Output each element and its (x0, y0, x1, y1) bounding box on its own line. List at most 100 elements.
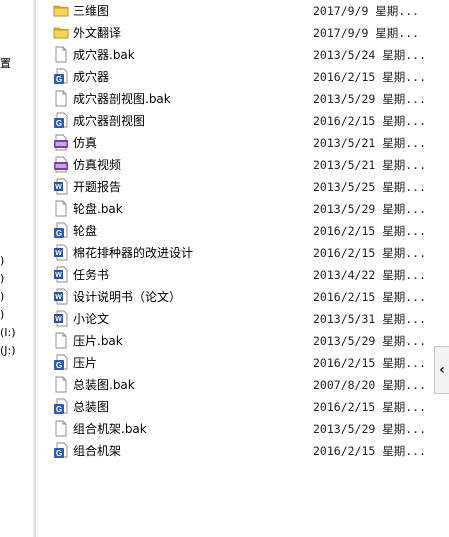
file-name: 开题报告 (73, 180, 122, 194)
nav-item-drive-i[interactable]: (I:) (0, 325, 16, 341)
folder-icon (53, 24, 69, 41)
word-doc-icon: W (53, 244, 69, 261)
file-row[interactable]: W 小论文 2013/5/31 星期... (40, 308, 426, 330)
solidworks-file-icon: G (53, 354, 69, 371)
file-date-modified: 2013/5/29 星期... (313, 334, 427, 348)
nav-item-drive[interactable]: ) (0, 307, 4, 323)
file-date-modified: 2013/5/29 星期... (313, 422, 427, 436)
file-date-modified: 2016/2/15 星期... (313, 246, 427, 260)
file-row[interactable]: G 组合机架 2016/2/15 星期... (40, 440, 426, 462)
word-doc-icon: W (53, 288, 69, 305)
svg-text:W: W (55, 316, 62, 323)
file-date-modified: 2016/2/15 星期... (313, 114, 427, 128)
nav-item-drive[interactable]: ) (0, 289, 4, 305)
blank-file-icon (53, 332, 69, 349)
expand-pane-button[interactable]: ‹ (434, 346, 449, 394)
file-row[interactable]: G 轮盘 2016/2/15 星期... (40, 220, 426, 242)
file-row[interactable]: W 开题报告 2013/5/25 星期... (40, 176, 426, 198)
file-name: 仿真 (73, 136, 98, 150)
blank-file-icon (53, 200, 69, 217)
nav-item-settings[interactable]: 置 (0, 56, 11, 72)
file-name: 小论文 (73, 312, 110, 326)
nav-item-drive[interactable]: ) (0, 253, 4, 269)
file-name: 成穴器 (73, 70, 110, 84)
chevron-left-icon: ‹ (439, 362, 445, 378)
file-date-modified: 2013/5/29 星期... (313, 92, 427, 106)
file-row[interactable]: W 任务书 2013/4/22 星期... (40, 264, 426, 286)
file-name: 轮盘.bak (73, 202, 123, 216)
solidworks-file-icon: G (53, 398, 69, 415)
word-doc-icon: W (53, 178, 69, 195)
folder-icon (53, 2, 69, 19)
file-date-modified: 2013/5/29 星期... (313, 202, 427, 216)
file-name: 轮盘 (73, 224, 98, 238)
file-date-modified: 2013/4/22 星期... (313, 268, 427, 282)
solidworks-file-icon: G (53, 442, 69, 459)
svg-text:G: G (56, 229, 62, 238)
solidworks-file-icon: G (53, 222, 69, 239)
file-name: 压片.bak (73, 334, 123, 348)
video-file-icon (53, 134, 69, 151)
file-date-modified: 2013/5/21 星期... (313, 136, 427, 150)
word-doc-icon: W (53, 266, 69, 283)
file-row[interactable]: 成穴器.bak 2013/5/24 星期... (40, 44, 426, 66)
svg-text:W: W (55, 250, 62, 257)
file-date-modified: 2016/2/15 星期... (313, 356, 427, 370)
svg-text:G: G (56, 75, 62, 84)
file-name: 成穴器剖视图.bak (73, 92, 171, 106)
nav-item-drive[interactable]: ) (0, 271, 4, 287)
file-date-modified: 2007/8/20 星期... (313, 378, 427, 392)
blank-file-icon (53, 46, 69, 63)
file-row[interactable]: 总装图.bak 2007/8/20 星期... (40, 374, 426, 396)
file-name: 棉花排种器的改进设计 (73, 246, 194, 260)
svg-text:G: G (56, 405, 62, 414)
blank-file-icon (53, 376, 69, 393)
file-name: 成穴器.bak (73, 48, 135, 62)
file-row[interactable]: G 总装图 2016/2/15 星期... (40, 396, 426, 418)
file-list: 三维图 2017/9/9 星期... 外文翻译 2017/9/9 星期... 成穴器.b… (40, 0, 440, 537)
file-row[interactable]: 组合机架.bak 2013/5/29 星期... (40, 418, 426, 440)
file-row[interactable]: G 成穴器 2016/2/15 星期... (40, 66, 426, 88)
file-row[interactable]: 三维图 2017/9/9 星期... (40, 0, 420, 22)
solidworks-file-icon: G (53, 112, 69, 129)
word-doc-icon: W (53, 310, 69, 327)
svg-text:W: W (55, 294, 62, 301)
file-date-modified: 2013/5/21 星期... (313, 158, 427, 172)
file-name: 总装图 (73, 400, 110, 414)
file-date-modified: 2017/9/9 星期... (313, 26, 420, 40)
file-date-modified: 2016/2/15 星期... (313, 290, 427, 304)
file-row[interactable]: 仿真 2013/5/21 星期... (40, 132, 426, 154)
svg-text:G: G (56, 119, 62, 128)
pane-splitter[interactable] (33, 0, 36, 537)
file-name: 成穴器剖视图 (73, 114, 146, 128)
file-date-modified: 2013/5/25 星期... (313, 180, 427, 194)
file-row[interactable]: W 棉花排种器的改进设计 2016/2/15 星期... (40, 242, 426, 264)
nav-item-drive-j[interactable]: (J:) (0, 343, 16, 359)
svg-text:W: W (55, 184, 62, 191)
file-name: 设计说明书（论文） (73, 290, 182, 304)
file-date-modified: 2016/2/15 星期... (313, 70, 427, 84)
file-row[interactable]: 仿真视频 2013/5/21 星期... (40, 154, 426, 176)
file-name: 组合机架.bak (73, 422, 147, 436)
svg-text:W: W (55, 272, 62, 279)
file-row[interactable]: G 成穴器剖视图 2016/2/15 星期... (40, 110, 426, 132)
file-name: 三维图 (73, 4, 110, 18)
file-date-modified: 2013/5/24 星期... (313, 48, 427, 62)
file-row[interactable]: W 设计说明书（论文） 2016/2/15 星期... (40, 286, 426, 308)
solidworks-file-icon: G (53, 68, 69, 85)
navigation-pane: 置 ) ) ) ) (I:) (J:) (0, 0, 33, 537)
file-name: 任务书 (73, 268, 110, 282)
file-date-modified: 2016/2/15 星期... (313, 224, 427, 238)
blank-file-icon (53, 90, 69, 107)
file-row[interactable]: 轮盘.bak 2013/5/29 星期... (40, 198, 426, 220)
file-row[interactable]: 成穴器剖视图.bak 2013/5/29 星期... (40, 88, 426, 110)
file-date-modified: 2016/2/15 星期... (313, 400, 427, 414)
file-name: 压片 (73, 356, 98, 370)
file-row[interactable]: 压片.bak 2013/5/29 星期... (40, 330, 426, 352)
file-row[interactable]: 外文翻译 2017/9/9 星期... (40, 22, 420, 44)
file-name: 总装图.bak (73, 378, 135, 392)
video-file-icon (53, 156, 69, 173)
file-date-modified: 2013/5/31 星期... (313, 312, 427, 326)
file-row[interactable]: G 压片 2016/2/15 星期... (40, 352, 426, 374)
file-name: 外文翻译 (73, 26, 122, 40)
